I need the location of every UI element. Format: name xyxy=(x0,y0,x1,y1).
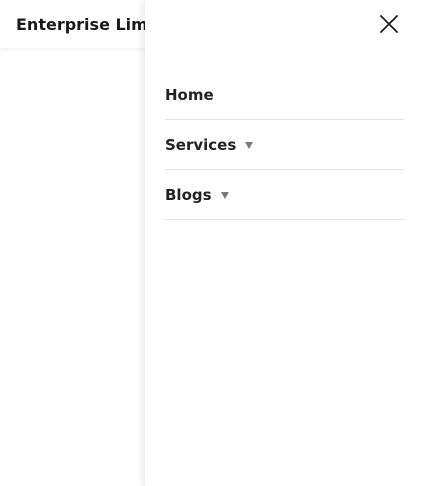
close-button[interactable] xyxy=(379,14,399,34)
nav-item-services[interactable]: Services xyxy=(165,120,404,170)
caret-down-icon[interactable] xyxy=(245,142,254,149)
close-icon xyxy=(380,15,398,33)
nav-drawer: Home Services Blogs xyxy=(145,0,425,486)
nav-item-home[interactable]: Home xyxy=(165,70,404,120)
nav-item-label: Home xyxy=(165,85,214,104)
caret-down-icon[interactable] xyxy=(220,192,229,199)
page: Enterprise Limite Home Services Blogs xyxy=(0,0,425,486)
nav-menu: Home Services Blogs xyxy=(165,70,404,220)
nav-item-label: Services xyxy=(165,135,237,154)
nav-item-blogs[interactable]: Blogs xyxy=(165,170,404,220)
nav-item-label: Blogs xyxy=(165,185,212,204)
